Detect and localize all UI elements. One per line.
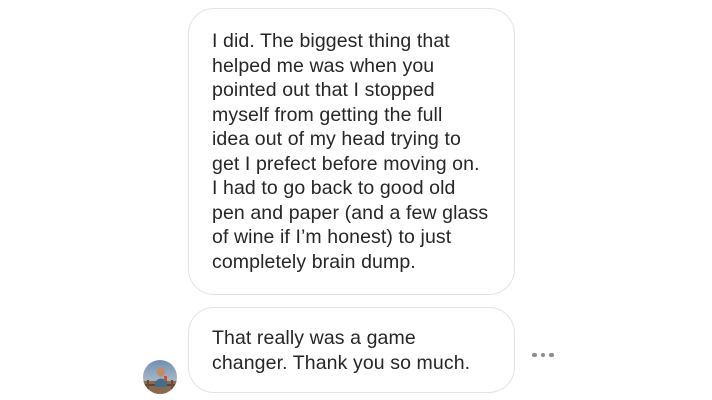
message-text-line: helped me was when you — [212, 54, 435, 77]
message-text-line: pen and paper (and a few glass — [212, 201, 489, 224]
message-text-line: changer. Thank you so much. — [212, 351, 471, 374]
more-horizontal-icon — [540, 352, 546, 358]
message-text-line: of wine if I’m honest) to just — [212, 226, 452, 248]
message-text-line: myself from getting the full — [212, 103, 443, 126]
message-text-line: I had to go back to good old — [212, 177, 456, 199]
profile-photo-icon — [143, 360, 177, 394]
message-bubble[interactable]: That really was a game changer. Thank yo… — [188, 307, 515, 393]
avatar[interactable] — [143, 360, 177, 394]
message-text-line: That really was a game — [212, 327, 416, 349]
message-text-line: I did. The biggest thing that — [212, 30, 450, 52]
message-text-line: pointed out that I stopped — [212, 79, 435, 101]
more-horizontal-icon — [549, 352, 554, 358]
message-bubble[interactable]: I did. The biggest thing that helped me … — [188, 8, 515, 295]
more-horizontal-icon — [532, 352, 537, 358]
more-options-button[interactable] — [528, 346, 558, 364]
message-text-line: get I prefect before moving on. — [212, 152, 480, 175]
message-text-line: idea out of my head trying to — [212, 128, 461, 150]
message-text-line: completely brain dump. — [212, 250, 416, 273]
